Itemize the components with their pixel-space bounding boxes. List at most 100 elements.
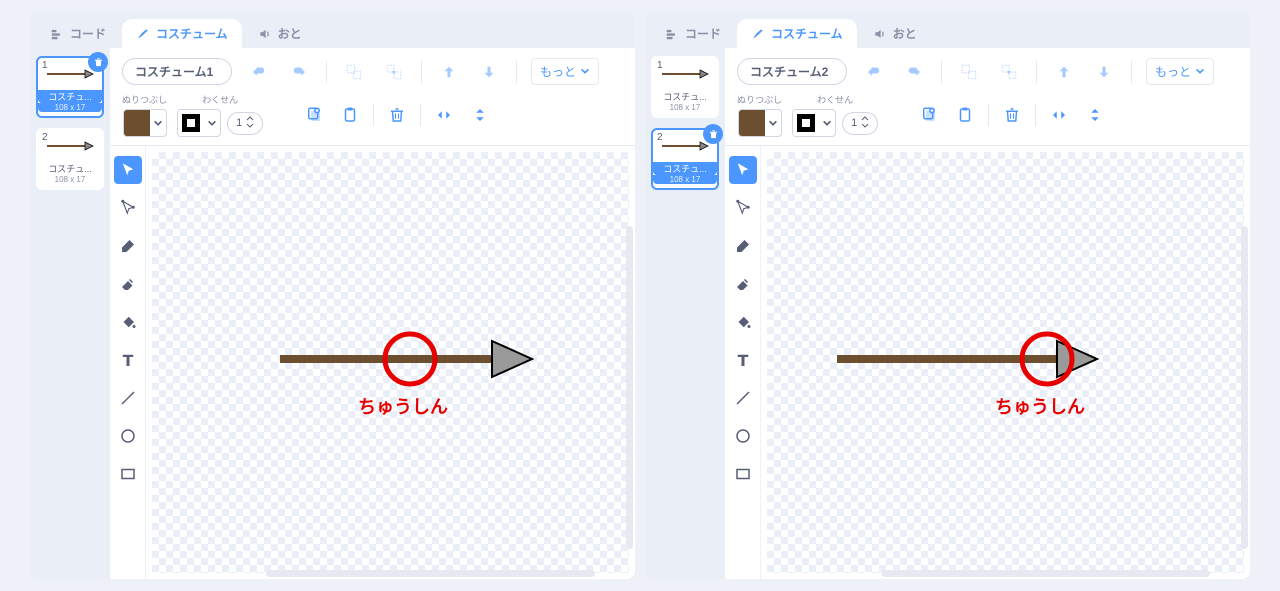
horizontal-scrollbar[interactable] — [881, 570, 1210, 577]
delete-costume-button[interactable] — [703, 124, 723, 144]
tab-label: コスチューム — [771, 25, 843, 42]
costume-thumbnail[interactable]: 2 コスチュ... 108 x 17 — [36, 128, 104, 190]
undo-button[interactable] — [861, 59, 887, 85]
flip-vertical-button[interactable] — [1082, 102, 1108, 128]
delete-button[interactable] — [999, 102, 1025, 128]
costume-list: 1 コスチュ... 108 x 17 2 コスチュ... 108 x 17 — [645, 48, 725, 579]
outline-width-value: 1 — [236, 117, 242, 129]
costume-name-input[interactable]: コスチューム1 — [122, 58, 232, 85]
eraser-tool[interactable] — [114, 270, 142, 298]
vertical-scrollbar[interactable] — [1241, 226, 1248, 549]
tab-sounds[interactable]: おと — [859, 19, 931, 48]
line-tool[interactable] — [729, 384, 757, 412]
tab-bar: コード コスチュームおと — [30, 12, 635, 48]
copy-button[interactable] — [916, 102, 942, 128]
forward-button[interactable] — [1051, 59, 1077, 85]
reshape-tool[interactable] — [729, 194, 757, 222]
tab-code[interactable]: コード — [36, 19, 120, 48]
rect-tool[interactable] — [729, 460, 757, 488]
more-menu[interactable]: もっと — [531, 58, 599, 85]
outline-swatch — [178, 110, 204, 136]
backward-button[interactable] — [476, 59, 502, 85]
more-label: もっと — [1155, 63, 1191, 80]
select-tool[interactable] — [729, 156, 757, 184]
backward-button[interactable] — [1091, 59, 1117, 85]
outline-color-picker[interactable] — [792, 109, 836, 137]
circle-tool[interactable] — [729, 422, 757, 450]
text-tool[interactable] — [114, 346, 142, 374]
horizontal-scrollbar[interactable] — [266, 570, 595, 577]
line-tool[interactable] — [114, 384, 142, 412]
tab-costumes[interactable]: コスチューム — [737, 19, 857, 48]
tab-code[interactable]: コード — [651, 19, 735, 48]
chevron-down-icon — [765, 118, 781, 128]
chevron-down-icon — [1195, 65, 1205, 79]
redo-button[interactable] — [901, 59, 927, 85]
editor-pane: コード コスチューム おと 1 コスチュ... 108 x 17 2 コスチュ...… — [645, 12, 1250, 579]
sound-icon — [873, 27, 887, 41]
flip-vertical-button[interactable] — [467, 102, 493, 128]
tab-label: おと — [893, 25, 917, 42]
fill-swatch — [739, 110, 765, 136]
outline-width-input[interactable]: 1 — [842, 112, 878, 135]
costume-list: 1 コスチュ... 108 x 17 2 コスチュ... 108 x 17 — [30, 48, 110, 579]
ungroup-button[interactable] — [381, 59, 407, 85]
fill-color-picker[interactable] — [123, 109, 167, 137]
outline-width-input[interactable]: 1 — [227, 112, 263, 135]
brush-icon — [751, 27, 765, 41]
center-annotation: ちゅうしん — [358, 393, 448, 419]
costume-name-input[interactable]: コスチューム2 — [737, 58, 847, 85]
forward-button[interactable] — [436, 59, 462, 85]
costume-thumbnail[interactable]: 1 コスチュ... 108 x 17 — [651, 56, 719, 118]
rect-tool[interactable] — [114, 460, 142, 488]
text-tool[interactable] — [729, 346, 757, 374]
fill-color-picker[interactable] — [738, 109, 782, 137]
flip-horizontal-button[interactable] — [431, 102, 457, 128]
brush-tool[interactable] — [729, 232, 757, 260]
thumb-index: 1 — [42, 60, 48, 71]
undo-button[interactable] — [246, 59, 272, 85]
code-icon — [665, 27, 679, 41]
fill-tool[interactable] — [114, 308, 142, 336]
paste-button[interactable] — [337, 102, 363, 128]
tab-sounds[interactable]: おと — [244, 19, 316, 48]
paste-button[interactable] — [952, 102, 978, 128]
group-button[interactable] — [341, 59, 367, 85]
thumb-index: 2 — [657, 132, 663, 143]
redo-button[interactable] — [286, 59, 312, 85]
thumb-size: 108 x 17 — [653, 103, 717, 112]
chevron-down-icon — [150, 118, 166, 128]
delete-costume-button[interactable] — [88, 52, 108, 72]
paint-toolbar: コスチューム1 もっと ぬりつぶし わくせん 1 — [110, 48, 635, 146]
circle-tool[interactable] — [114, 422, 142, 450]
ungroup-button[interactable] — [996, 59, 1022, 85]
eraser-tool[interactable] — [729, 270, 757, 298]
outline-color-picker[interactable] — [177, 109, 221, 137]
thumb-size: 108 x 17 — [653, 175, 717, 184]
reshape-tool[interactable] — [114, 194, 142, 222]
brush-tool[interactable] — [114, 232, 142, 260]
tool-column — [725, 146, 761, 579]
costume-thumbnail[interactable]: 2 コスチュ... 108 x 17 — [651, 128, 719, 190]
vertical-scrollbar[interactable] — [626, 226, 633, 549]
stepper-icon — [861, 116, 869, 131]
tab-costumes[interactable]: コスチューム — [122, 19, 242, 48]
group-button[interactable] — [956, 59, 982, 85]
canvas[interactable]: ちゅうしん — [146, 146, 635, 579]
canvas-content: ちゅうしん — [152, 152, 629, 573]
thumb-size: 108 x 17 — [38, 103, 102, 112]
flip-horizontal-button[interactable] — [1046, 102, 1072, 128]
canvas[interactable]: ちゅうしん — [761, 146, 1250, 579]
delete-button[interactable] — [384, 102, 410, 128]
canvas-content: ちゅうしん — [767, 152, 1244, 573]
select-tool[interactable] — [114, 156, 142, 184]
costume-thumbnail[interactable]: 1 コスチュ... 108 x 17 — [36, 56, 104, 118]
copy-button[interactable] — [301, 102, 327, 128]
tab-label: コスチューム — [156, 25, 228, 42]
fill-label: ぬりつぶし — [737, 93, 782, 137]
fill-tool[interactable] — [729, 308, 757, 336]
stepper-icon — [246, 116, 254, 131]
thumb-size: 108 x 17 — [38, 175, 102, 184]
paint-toolbar: コスチューム2 もっと ぬりつぶし わくせん 1 — [725, 48, 1250, 146]
more-menu[interactable]: もっと — [1146, 58, 1214, 85]
